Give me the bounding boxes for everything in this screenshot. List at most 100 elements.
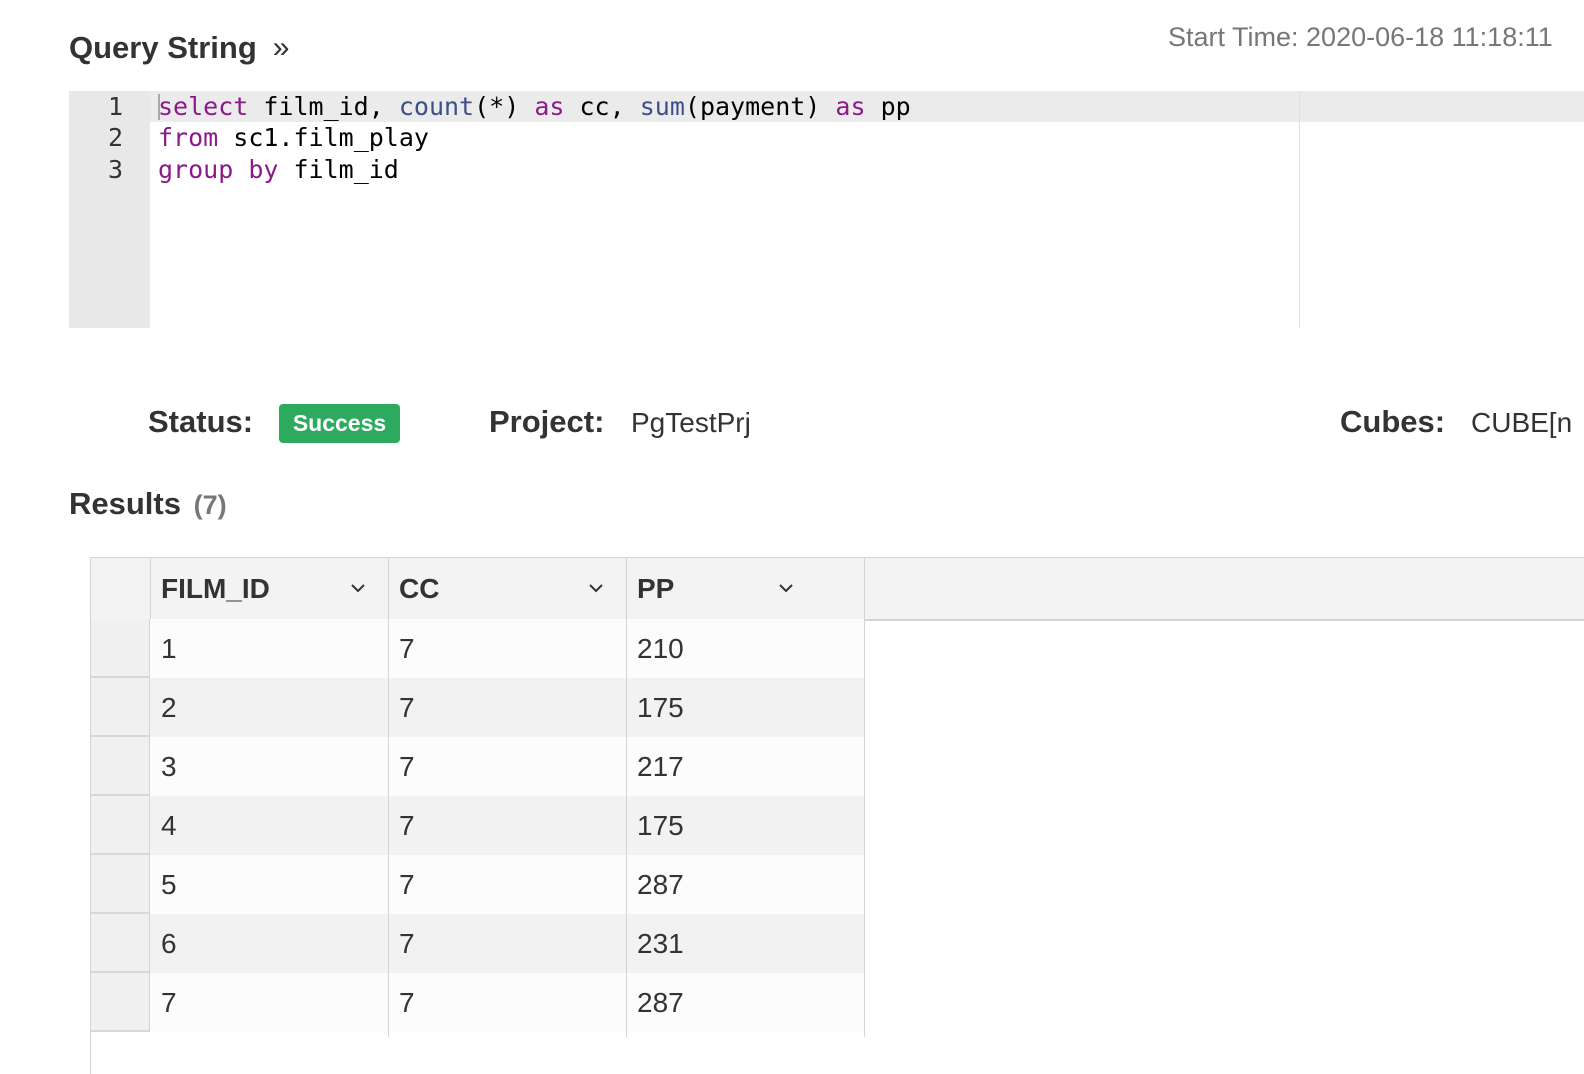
table-cell-cc[interactable]: 7	[389, 737, 627, 796]
column-header-cc[interactable]: CC	[389, 558, 627, 619]
sql-token: payment	[699, 92, 806, 121]
table-cell-pp[interactable]: 231	[627, 914, 865, 973]
sql-token: film_play	[293, 123, 429, 152]
table-row[interactable]: 5 7 287	[91, 855, 864, 914]
table-row[interactable]: 3 7 217	[91, 737, 864, 796]
table-cell-cc[interactable]: 7	[389, 855, 627, 914]
column-divider	[864, 619, 865, 1037]
query-info-row: Status: Success Project: PgTestPrj Cubes…	[0, 398, 1584, 448]
row-header-cell[interactable]	[91, 855, 150, 914]
table-cell-film-id[interactable]: 4	[151, 796, 389, 855]
grid-header: FILM_ID CC PP	[91, 558, 1584, 621]
query-string-title: Query String	[69, 30, 257, 65]
table-cell-film-id[interactable]: 5	[151, 855, 389, 914]
sql-keyword: by	[248, 155, 279, 184]
start-time: Start Time: 2020-06-18 11:18:11	[1168, 22, 1553, 52]
table-cell-cc[interactable]: 7	[389, 796, 627, 855]
sql-token: (	[684, 92, 700, 121]
chevron-down-icon[interactable]	[350, 580, 366, 596]
status-label: Status:	[148, 404, 254, 439]
results-count: (7)	[193, 490, 227, 520]
table-cell-pp[interactable]: 175	[627, 796, 865, 855]
results-title: Results	[69, 486, 181, 521]
sql-token: )	[805, 92, 836, 121]
double-chevron-right-icon[interactable]: »	[273, 33, 290, 63]
cubes-value[interactable]: CUBE[n	[1471, 407, 1572, 439]
row-header-cell[interactable]	[91, 678, 150, 737]
column-divider	[388, 619, 389, 1037]
table-cell-pp[interactable]: 287	[627, 973, 865, 1032]
select-all-cell[interactable]	[91, 558, 151, 619]
table-cell-film-id[interactable]: 2	[151, 678, 389, 737]
sql-token: ,	[609, 92, 640, 121]
editor-line[interactable]: 3	[69, 154, 123, 185]
sql-token: sc1.	[218, 123, 294, 152]
table-cell-pp[interactable]: 217	[627, 737, 865, 796]
status-badge: Success	[279, 404, 400, 443]
sql-token: (*)	[474, 92, 535, 121]
table-cell-cc[interactable]: 7	[389, 678, 627, 737]
table-row[interactable]: 6 7 231	[91, 914, 864, 973]
table-cell-cc[interactable]: 7	[389, 914, 627, 973]
sql-keyword: as	[534, 92, 565, 121]
column-header-pp[interactable]: PP	[627, 558, 865, 619]
project-label: Project:	[489, 404, 605, 439]
editor-line[interactable]: 2	[69, 122, 123, 153]
sql-function: sum	[639, 92, 685, 121]
chevron-down-icon[interactable]	[588, 580, 604, 596]
sql-keyword: group	[158, 155, 234, 184]
table-cell-film-id[interactable]: 7	[151, 973, 389, 1032]
line-number: 3	[107, 155, 123, 184]
sql-function: count	[398, 92, 475, 121]
code-line-1[interactable]: select film_id, count(*) as cc, sum(paym…	[158, 91, 911, 122]
sql-token: ,	[368, 92, 399, 121]
row-header-cell[interactable]	[91, 914, 150, 973]
table-cell-film-id[interactable]: 1	[151, 619, 389, 678]
table-row[interactable]: 7 7 287	[91, 973, 864, 1032]
code-line-2[interactable]: from sc1.film_play	[158, 122, 429, 153]
table-cell-film-id[interactable]: 3	[151, 737, 389, 796]
sql-token: film_id	[263, 92, 369, 121]
print-margin	[1299, 91, 1300, 328]
results-grid[interactable]: FILM_ID CC PP 1 7 210 2 7 175 3 7 217 4 7 175 5 7 287 6…	[90, 557, 1584, 1074]
table-cell-pp[interactable]: 210	[627, 619, 865, 678]
editor-line[interactable]: 1	[69, 91, 123, 122]
row-header-cell[interactable]	[91, 619, 150, 678]
row-header-cell[interactable]	[91, 737, 150, 796]
table-row[interactable]: 1 7 210	[91, 619, 864, 678]
query-detail-page: Query String » Start Time: 2020-06-18 11…	[0, 0, 1584, 1074]
table-cell-film-id[interactable]: 6	[151, 914, 389, 973]
table-cell-pp[interactable]: 287	[627, 855, 865, 914]
chevron-down-icon[interactable]	[778, 580, 794, 596]
column-divider	[626, 619, 627, 1037]
project-value: PgTestPrj	[631, 407, 751, 438]
table-cell-cc[interactable]: 7	[389, 973, 627, 1032]
row-header-cell[interactable]	[91, 973, 150, 1032]
query-string-heading: Query String »	[69, 30, 289, 66]
sql-token: cc	[579, 92, 610, 121]
column-header-label: FILM_ID	[161, 572, 270, 604]
column-header-film-id[interactable]: FILM_ID	[151, 558, 389, 619]
table-row[interactable]: 2 7 175	[91, 678, 864, 737]
sql-token: pp	[880, 92, 911, 121]
sql-keyword: as	[835, 92, 866, 121]
sql-token: film_id	[293, 155, 399, 184]
cubes-label: Cubes:	[1340, 404, 1446, 439]
code-line-3[interactable]: group by film_id	[158, 154, 399, 185]
line-number: 1	[107, 92, 123, 121]
table-cell-cc[interactable]: 7	[389, 619, 627, 678]
results-heading: Results (7)	[69, 486, 227, 522]
column-header-label: CC	[399, 572, 440, 604]
line-number: 2	[107, 123, 123, 152]
table-row[interactable]: 4 7 175	[91, 796, 864, 855]
sql-keyword: from	[158, 123, 219, 152]
row-header-cell[interactable]	[91, 796, 150, 855]
sql-keyword: select	[158, 92, 249, 121]
table-cell-pp[interactable]: 175	[627, 678, 865, 737]
sql-editor[interactable]: 1 2 3 select film_id, count(*) as cc, su…	[69, 91, 1584, 328]
